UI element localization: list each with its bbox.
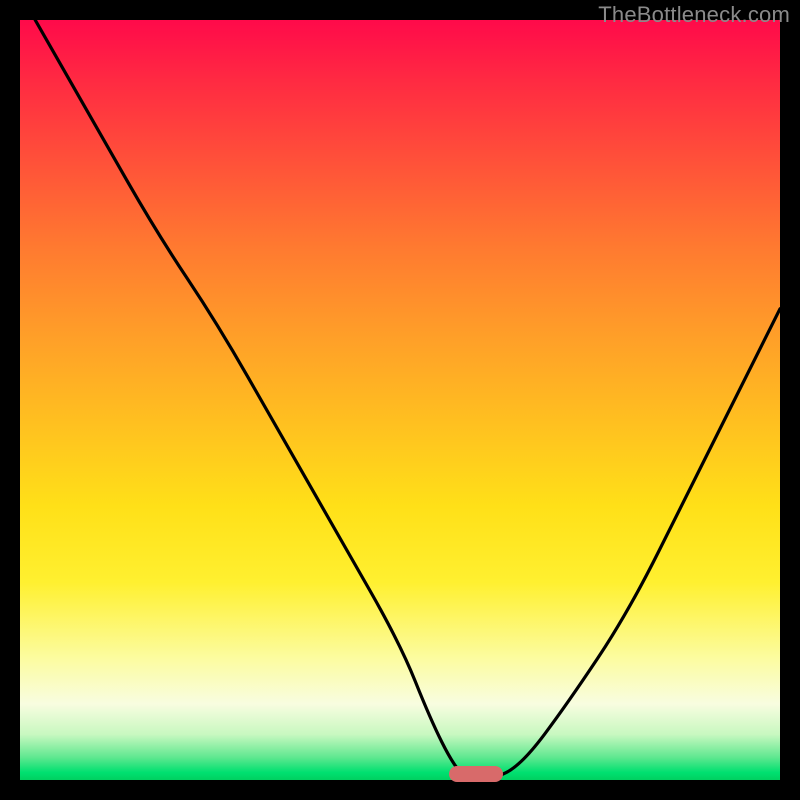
plot-area — [20, 20, 780, 780]
bottleneck-curve — [20, 20, 780, 780]
chart-frame: TheBottleneck.com — [0, 0, 800, 800]
optimal-marker — [449, 766, 502, 782]
watermark-text: TheBottleneck.com — [598, 2, 790, 28]
